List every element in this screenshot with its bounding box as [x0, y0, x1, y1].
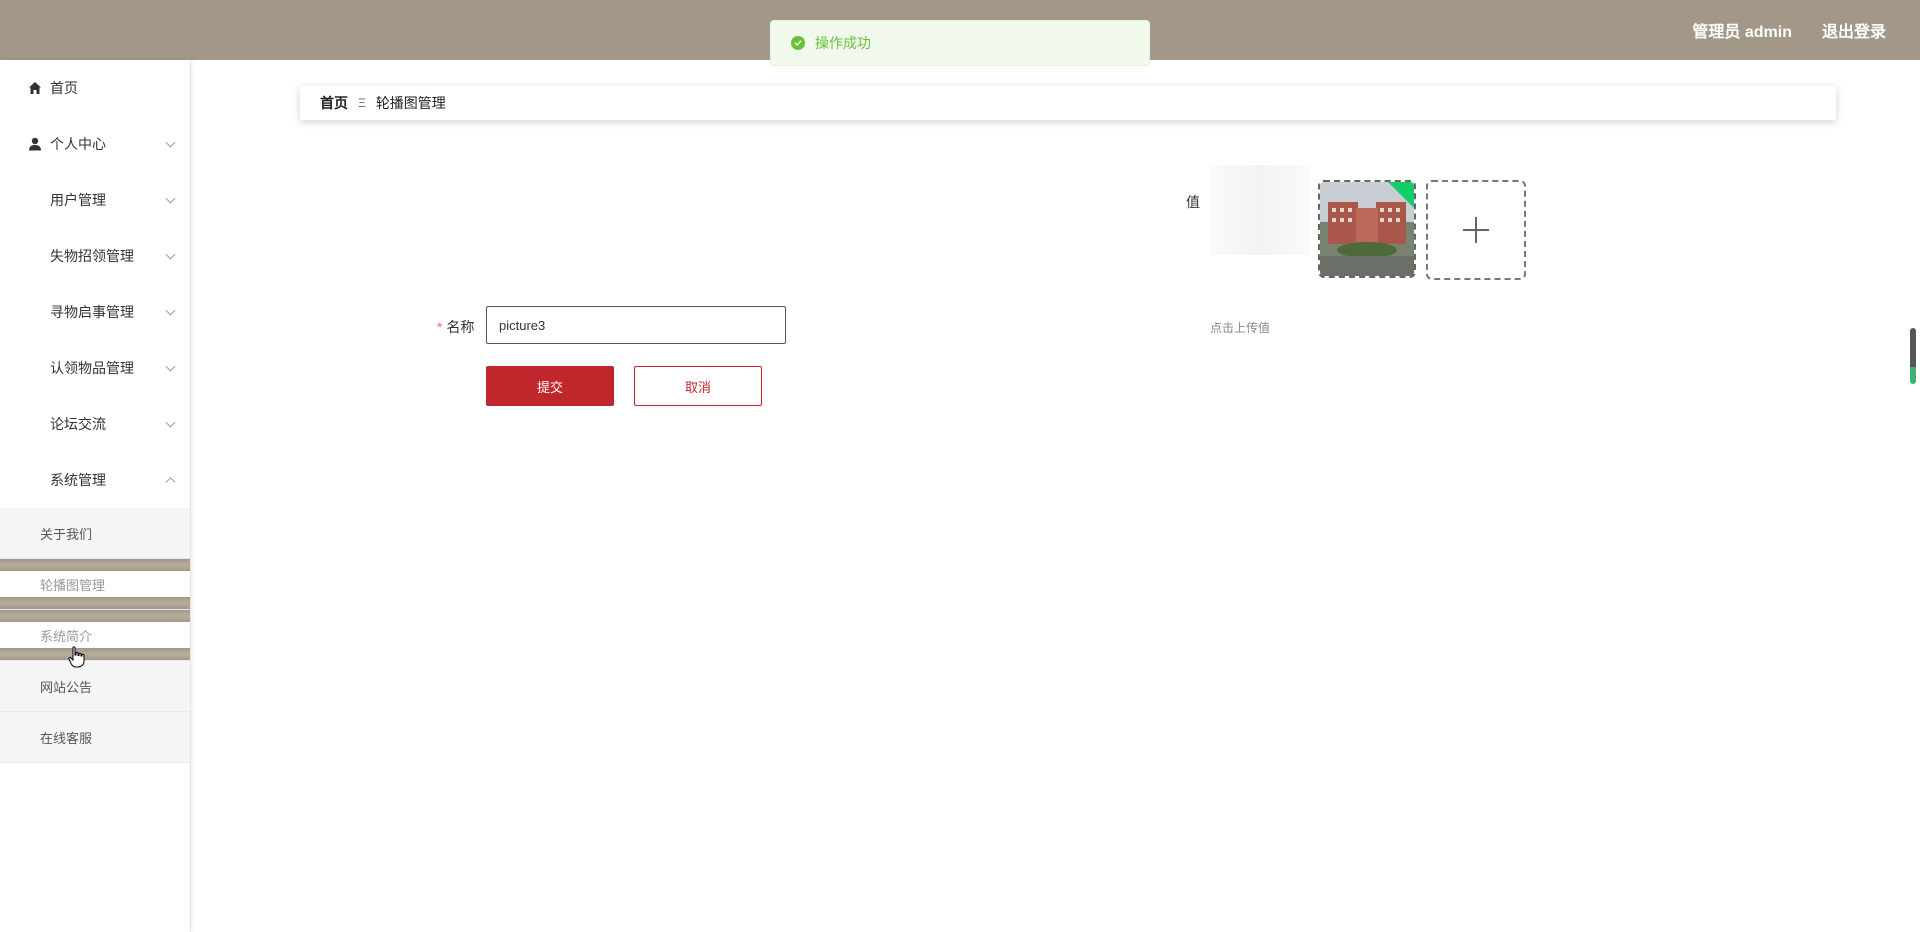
submenu-item-label: 关于我们 [40, 526, 93, 542]
grid-icon [28, 305, 42, 319]
sidebar-item-claim-management[interactable]: 认领物品管理 [0, 340, 190, 396]
name-label: * 名称 [437, 317, 474, 337]
value-label: 值 [1186, 194, 1200, 210]
submenu-item-carousel-management[interactable]: 轮播图管理 [0, 559, 190, 610]
chevron-down-icon [165, 137, 176, 148]
chevron-down-icon [165, 305, 176, 316]
breadcrumb: 首页 Ξ 轮播图管理 [300, 86, 1836, 120]
submenu-item-announcements[interactable]: 网站公告 [0, 661, 190, 712]
sidebar-item-personal-center[interactable]: 个人中心 [0, 116, 190, 172]
cancel-button[interactable]: 取消 [634, 366, 762, 406]
check-circle-icon [791, 36, 805, 50]
grid-icon [28, 417, 42, 431]
breadcrumb-current: 轮播图管理 [375, 95, 446, 111]
grid-icon [28, 361, 42, 375]
submenu-item-label: 在线客服 [40, 730, 93, 746]
chevron-down-icon [165, 193, 176, 204]
upload-add-button[interactable] [1426, 180, 1526, 280]
name-input[interactable] [486, 306, 786, 344]
sidebar-item-user-management[interactable]: 用户管理 [0, 172, 190, 228]
sidebar-item-lost-notice[interactable]: 寻物启事管理 [0, 284, 190, 340]
chevron-down-icon [165, 361, 176, 372]
upload-tip: 点击上传值 [1210, 321, 1271, 335]
chevron-down-icon [165, 249, 176, 260]
sidebar-item-forum[interactable]: 论坛交流 [0, 396, 190, 452]
breadcrumb-home-link[interactable]: 首页 [320, 93, 348, 113]
breadcrumb-separator: Ξ [358, 96, 366, 110]
submenu-item-online-service[interactable]: 在线客服 [0, 712, 190, 763]
submenu-item-system-intro[interactable]: 系统简介 [0, 610, 190, 661]
submit-button[interactable]: 提交 [486, 366, 614, 406]
header-actions: 管理员 admin 退出登录 [1692, 0, 1886, 60]
sidebar-item-label: 首页 [50, 80, 78, 96]
grid-icon [28, 193, 42, 207]
submenu-item-about-us[interactable]: 关于我们 [0, 508, 190, 559]
admin-user-label: 管理员 admin [1692, 24, 1792, 41]
uploaded-image-thumbnail[interactable] [1318, 180, 1416, 278]
campus-building-image [1320, 182, 1414, 276]
upload-placeholder [1210, 165, 1310, 255]
submenu-item-label: 轮播图管理 [40, 577, 106, 593]
sidebar-item-label: 寻物启事管理 [50, 304, 134, 320]
user-icon [28, 137, 42, 151]
name-label-text: 名称 [446, 319, 475, 335]
home-icon [28, 81, 42, 95]
logout-button[interactable]: 退出登录 [1822, 18, 1886, 42]
hand-cursor-icon [68, 646, 86, 673]
submenu-item-label: 系统简介 [40, 628, 93, 644]
required-asterisk: * [437, 319, 443, 335]
sidebar-item-label: 失物招领管理 [50, 248, 134, 264]
plus-icon [1463, 217, 1489, 243]
sidebar-menu: 首页 个人中心 用户管理 失物招领管理 寻物启事管理 认领物品管理 论坛交流 系… [0, 60, 191, 932]
sidebar-item-system-management[interactable]: 系统管理 [0, 452, 190, 508]
toast-message: 操作成功 [815, 35, 871, 51]
sidebar-item-label: 个人中心 [50, 136, 106, 152]
chevron-up-icon [165, 477, 176, 488]
sidebar-item-lost-found[interactable]: 失物招领管理 [0, 228, 190, 284]
sidebar-item-label: 系统管理 [50, 472, 106, 488]
submenu-item-label: 网站公告 [40, 679, 93, 695]
grid-icon [28, 249, 42, 263]
grid-icon [28, 473, 42, 487]
sidebar-item-home[interactable]: 首页 [0, 60, 190, 116]
chevron-down-icon [165, 417, 176, 428]
sidebar-item-label: 用户管理 [50, 192, 106, 208]
success-toast: 操作成功 [770, 20, 1150, 66]
page-scrollbar[interactable] [1910, 328, 1916, 384]
sidebar-item-label: 认领物品管理 [50, 360, 134, 376]
system-submenu: 关于我们 轮播图管理 系统简介 网站公告 在线客服 [0, 508, 190, 763]
sidebar-item-label: 论坛交流 [50, 416, 106, 432]
